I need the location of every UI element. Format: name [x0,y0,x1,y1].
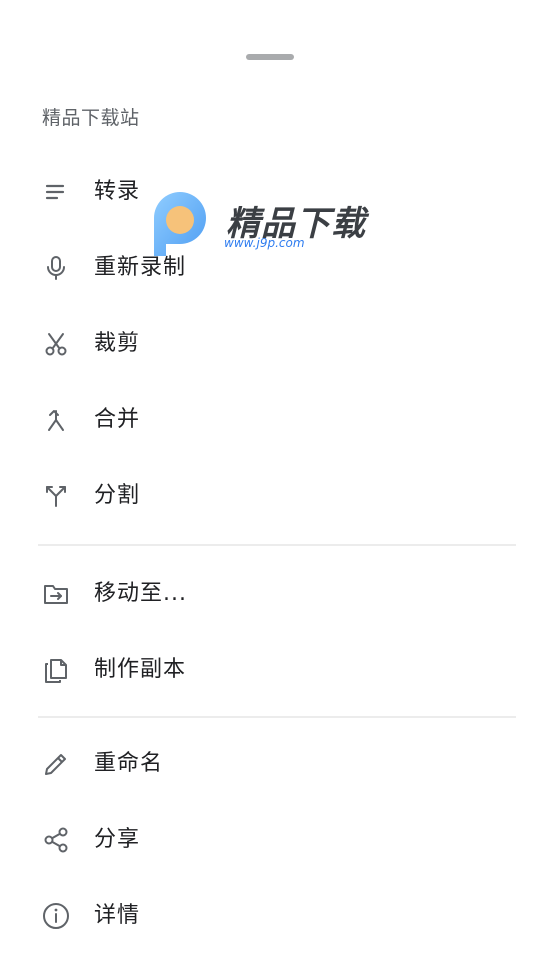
menu-item-make-copy[interactable]: 制作副本 [0,638,540,702]
microphone-icon [42,254,70,282]
drag-handle[interactable] [246,54,294,60]
divider [38,716,516,718]
menu-item-label: 重命名 [94,751,164,776]
pencil-icon [42,750,70,778]
menu-item-trim[interactable]: 裁剪 [0,312,540,376]
watermark-logo-icon [154,192,206,256]
menu-item-split[interactable]: 分割 [0,464,540,528]
merge-icon [42,406,70,434]
menu-item-share[interactable]: 分享 [0,808,540,872]
menu-item-label: 制作副本 [94,657,187,682]
divider [38,544,516,546]
menu-item-label: 分割 [94,483,141,508]
menu-item-label: 详情 [94,903,141,928]
menu-item-merge[interactable]: 合并 [0,388,540,452]
watermark-url: www.j9p.com [224,236,305,250]
info-icon [42,902,70,930]
watermark: 精品下载 www.j9p.com [146,190,376,260]
share-icon [42,826,70,854]
menu-item-label: 合并 [94,407,141,432]
menu-item-label: 转录 [94,179,141,204]
menu-item-details[interactable]: 详情 [0,884,540,948]
split-icon [42,482,70,510]
notes-lines-icon [42,178,70,206]
menu-item-move-to[interactable]: 移动至... [0,562,540,626]
menu-item-label: 移动至... [94,581,187,606]
menu-item-label: 裁剪 [94,331,141,356]
copy-icon [42,656,70,684]
sheet-title: 精品下载站 [42,107,140,129]
menu-item-label: 分享 [94,827,141,852]
folder-move-icon [42,580,70,608]
scissors-icon [42,330,70,358]
menu-item-rename[interactable]: 重命名 [0,732,540,796]
